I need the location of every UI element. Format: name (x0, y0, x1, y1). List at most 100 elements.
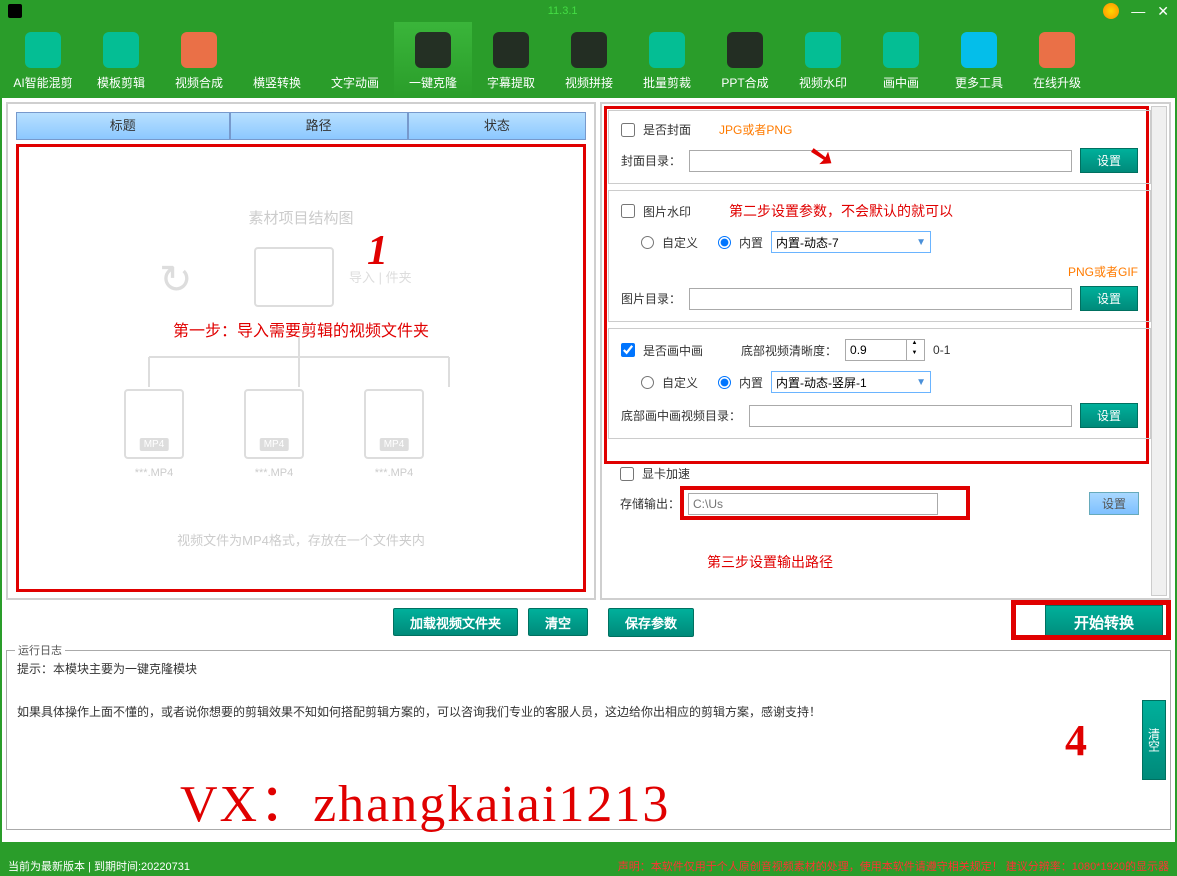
pip-builtin-label: 内置 (739, 374, 763, 391)
start-convert-button[interactable]: 开始转换 (1045, 605, 1163, 640)
step3-text: 第三步设置输出路径 (707, 552, 833, 572)
pip-custom-label: 自定义 (662, 374, 698, 391)
load-folder-button[interactable]: 加载视频文件夹 (393, 608, 518, 636)
pip-set-button[interactable]: 设置 (1080, 403, 1138, 428)
tool-批量剪裁[interactable]: 批量剪裁 (628, 22, 706, 98)
tool-label: 字幕提取 (487, 74, 535, 91)
spin-up-icon[interactable]: ▲ (906, 340, 922, 350)
cover-dir-label: 封面目录： (621, 152, 681, 169)
cover-checkbox[interactable] (621, 123, 635, 137)
tool-视频合成[interactable]: 视频合成 (160, 22, 238, 98)
close-button[interactable]: ✕ (1157, 3, 1169, 20)
cover-set-button[interactable]: 设置 (1080, 148, 1138, 173)
annotation-1: 1 (367, 227, 388, 275)
tool-在线升级[interactable]: 在线升级 (1018, 22, 1096, 98)
status-version: 当前为最新版本 | 到期时间:20220731 (8, 858, 190, 874)
step2-note: 第二步设置参数，不会默认的就可以 (729, 201, 953, 221)
diagram-note: 视频文件为MP4格式，存放在一个文件夹内 (177, 530, 425, 549)
tool-label: 视频合成 (175, 74, 223, 91)
watermark-checkbox[interactable] (621, 204, 635, 218)
pip-checkbox[interactable] (621, 343, 635, 357)
pip-combo[interactable]: 内置-动态-竖屏-1▼ (771, 371, 931, 393)
tool-label: AI智能混剪 (13, 74, 72, 91)
tool-label: 批量剪裁 (643, 74, 691, 91)
log-clear-button[interactable]: 清空 (1142, 700, 1166, 780)
tool-横竖转换[interactable]: 横竖转换 (238, 22, 316, 98)
img-dir-input[interactable] (689, 288, 1072, 310)
col-status[interactable]: 状态 (408, 112, 586, 140)
wm-combo[interactable]: 内置-动态-7▼ (771, 231, 931, 253)
tool-label: 视频拼接 (565, 74, 613, 91)
file-list-box: 标题 路径 状态 素材项目结构图 ↻ 导入 | 件夹 1 第一步：导入需要剪辑的… (6, 102, 596, 600)
img-set-button[interactable]: 设置 (1080, 286, 1138, 311)
tool-画中画[interactable]: 画中画 (862, 22, 940, 98)
settings-scroll[interactable]: 是否封面 JPG或者PNG ➘ 封面目录： 设置 图片水印 第二步设置参数，不会… (600, 102, 1171, 600)
img-dir-label: 图片目录： (621, 290, 681, 307)
tool-label: 更多工具 (955, 74, 1003, 91)
tool-字幕提取[interactable]: 字幕提取 (472, 22, 550, 98)
pip-dir-input[interactable] (749, 405, 1072, 427)
out-input[interactable] (688, 493, 938, 515)
file-canvas[interactable]: 素材项目结构图 ↻ 导入 | 件夹 1 第一步：导入需要剪辑的视频文件夹 ***… (16, 144, 586, 592)
file-header: 标题 路径 状态 (16, 112, 586, 140)
tool-icon (335, 30, 375, 70)
pip-builtin-radio[interactable] (718, 376, 731, 389)
left-buttons: 加载视频文件夹 清空 (6, 604, 596, 640)
diagram-title: 素材项目结构图 (248, 207, 353, 228)
wm-builtin-radio[interactable] (718, 236, 731, 249)
wm-builtin-label: 内置 (739, 234, 763, 251)
col-title[interactable]: 标题 (16, 112, 230, 140)
clarity-spinner[interactable]: ▲▼ (845, 339, 925, 361)
tool-视频拼接[interactable]: 视频拼接 (550, 22, 628, 98)
tool-icon (647, 30, 687, 70)
col-path[interactable]: 路径 (230, 112, 408, 140)
vx-overlay: VX：zhangkaiai1213 (180, 761, 670, 836)
tool-一键克隆[interactable]: 一键克隆 (394, 22, 472, 98)
chevron-down-icon: ▼ (916, 377, 926, 388)
clear-button[interactable]: 清空 (528, 608, 588, 636)
cover-label: 是否封面 (643, 121, 691, 138)
section-cover: 是否封面 JPG或者PNG ➘ 封面目录： 设置 (608, 110, 1151, 184)
pip-custom-radio[interactable] (641, 376, 654, 389)
tool-文字动画[interactable]: 文字动画 (316, 22, 394, 98)
clarity-range: 0-1 (933, 343, 950, 357)
tool-icon (881, 30, 921, 70)
tool-label: 视频水印 (799, 74, 847, 91)
out-set-button[interactable]: 设置 (1089, 492, 1139, 515)
clarity-label: 底部视频清晰度： (741, 342, 837, 359)
tool-label: 横竖转换 (253, 74, 301, 91)
chevron-down-icon: ▼ (916, 237, 926, 248)
tool-PPT合成[interactable]: PPT合成 (706, 22, 784, 98)
tool-label: 一键克隆 (409, 74, 457, 91)
wm-custom-label: 自定义 (662, 234, 698, 251)
minimize-button[interactable]: — (1131, 3, 1145, 19)
right-buttons: 保存参数 开始转换 (600, 604, 1171, 640)
tool-label: 文字动画 (331, 74, 379, 91)
tool-模板剪辑[interactable]: 模板剪辑 (82, 22, 160, 98)
mp4-item: ***.MP4 (359, 389, 429, 479)
tool-视频水印[interactable]: 视频水印 (784, 22, 862, 98)
mp4-icon (124, 389, 184, 459)
out-label: 存储输出： (620, 495, 680, 512)
tool-更多工具[interactable]: 更多工具 (940, 22, 1018, 98)
tool-icon (101, 30, 141, 70)
tool-AI智能混剪[interactable]: AI智能混剪 (4, 22, 82, 98)
mp4-row: ***.MP4 ***.MP4 ***.MP4 (119, 389, 429, 479)
cover-dir-input[interactable] (689, 150, 1072, 172)
pip-label: 是否画中画 (643, 342, 703, 359)
clarity-input[interactable] (846, 340, 906, 360)
status-disclaimer: 声明：本软件仅用于个人原创音视频素材的处理，使用本软件请遵守相关规定！ 建议分辨… (618, 858, 1169, 874)
gpu-checkbox[interactable] (620, 467, 634, 481)
tool-icon (1037, 30, 1077, 70)
tool-icon (413, 30, 453, 70)
log-content: 提示：本模块主要为一键克隆模块 如果具体操作上面不懂的，或者说你想要的剪辑效果不… (7, 651, 1170, 732)
watermark-label: 图片水印 (643, 203, 691, 220)
pip-dir-label: 底部画中画视频目录： (621, 407, 741, 424)
app-icon (8, 4, 22, 18)
save-params-button[interactable]: 保存参数 (608, 608, 694, 637)
wm-custom-radio[interactable] (641, 236, 654, 249)
spin-down-icon[interactable]: ▼ (906, 350, 922, 360)
tree-lines-icon (119, 337, 479, 387)
log-line2: 如果具体操作上面不懂的，或者说你想要的剪辑效果不知如何搭配剪辑方案的，可以咨询我… (17, 702, 1160, 724)
tool-icon (803, 30, 843, 70)
